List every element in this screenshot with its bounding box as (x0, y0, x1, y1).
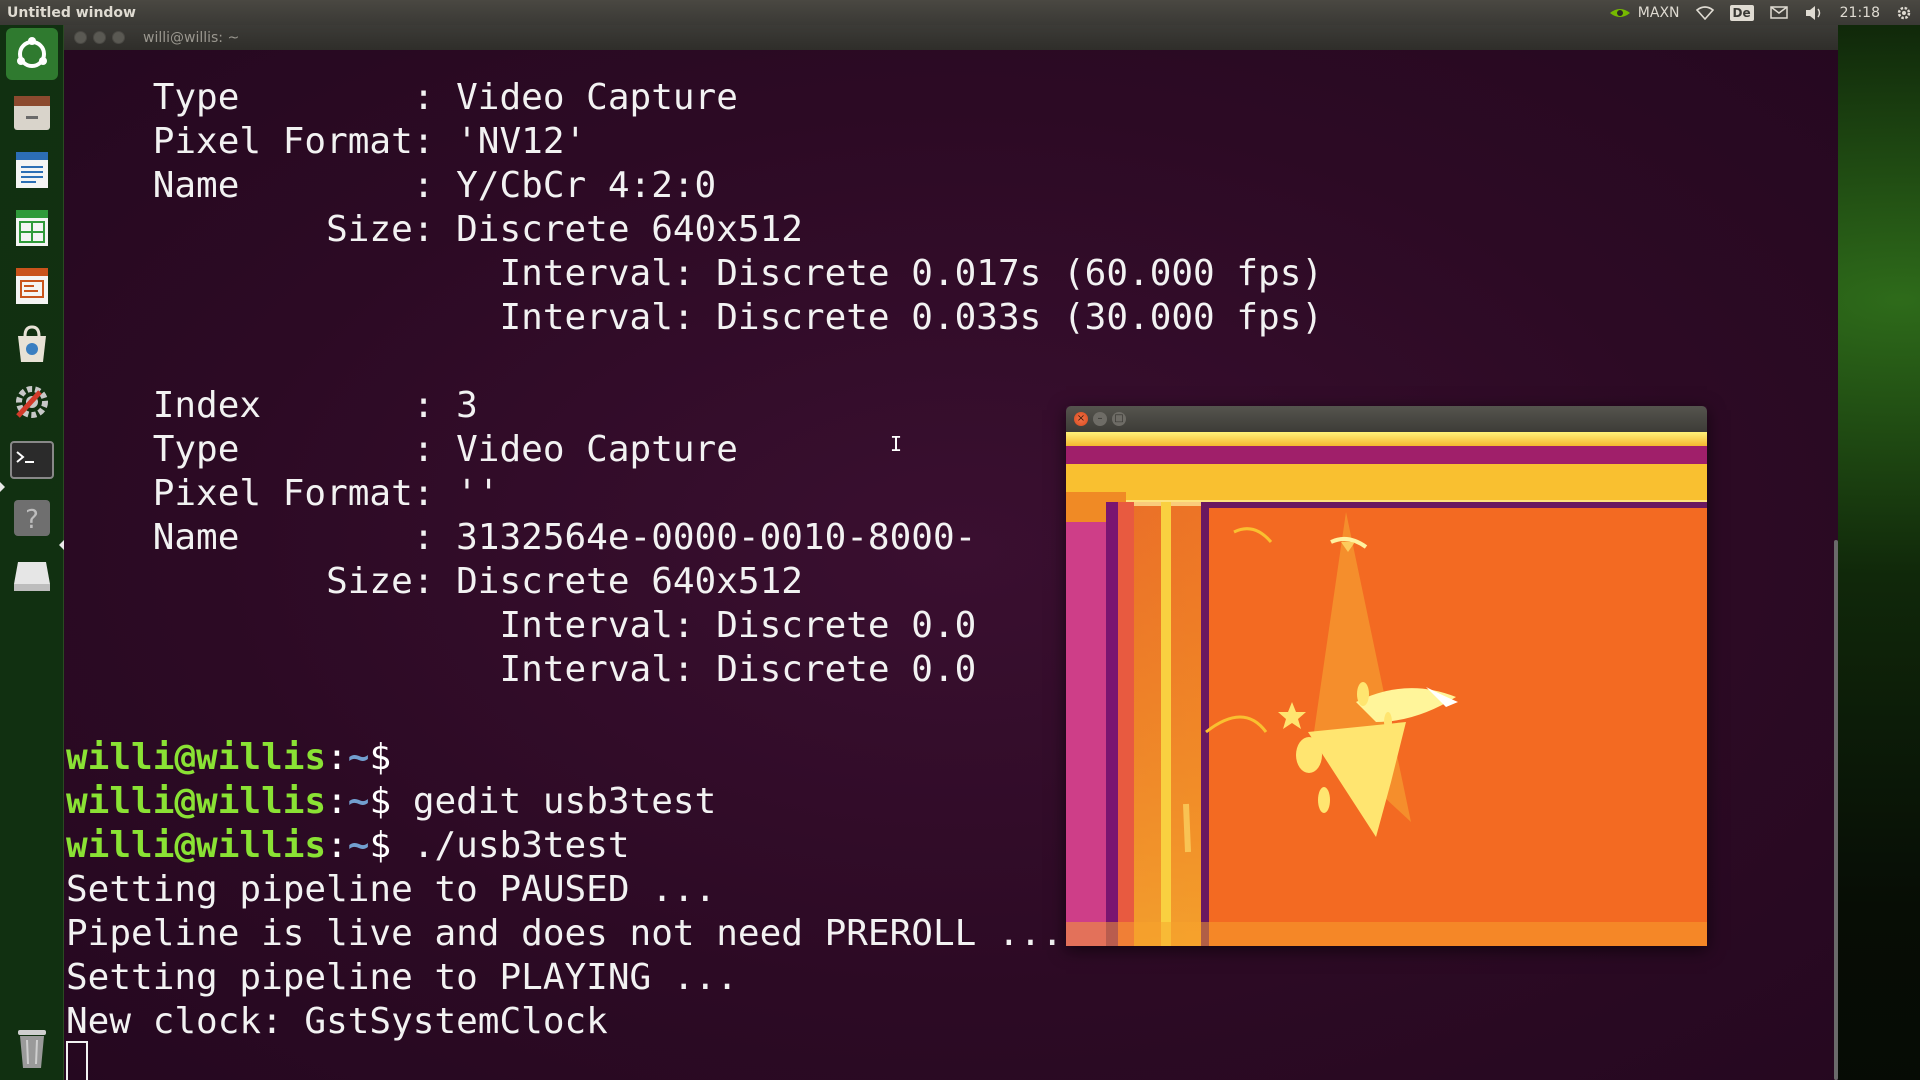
terminal-line: Name : Y/CbCr 4:2:0 (66, 165, 717, 206)
system-settings-icon (10, 380, 54, 424)
launcher-help[interactable]: ? (6, 492, 58, 544)
launcher-dash[interactable] (6, 28, 58, 80)
nvidia-power-indicator[interactable]: MAXN (1608, 5, 1680, 21)
trash-icon (12, 1026, 52, 1070)
terminal-line: Interval: Discrete 0.017s (60.000 fps) (66, 253, 1324, 294)
mail-icon[interactable] (1769, 6, 1788, 19)
terminal-line: Type : Video Capture (66, 77, 738, 118)
minimize-icon[interactable]: – (1093, 412, 1107, 426)
active-indicator-left (0, 482, 5, 492)
writer-icon (10, 148, 54, 192)
video-titlebar[interactable]: × – □ (1066, 406, 1707, 432)
drive-icon (10, 558, 54, 594)
keyboard-icon: De (1729, 4, 1754, 21)
launcher-trash[interactable] (6, 1022, 58, 1074)
prompt-path: ~ (347, 781, 370, 822)
launcher-drive[interactable] (6, 550, 58, 602)
prompt-path: ~ (347, 825, 370, 866)
text-cursor-icon: I (890, 432, 903, 456)
terminal-title: willi@willis: ~ (143, 29, 240, 46)
file-manager-icon (10, 90, 54, 134)
power-mode-label: MAXN (1637, 4, 1680, 21)
terminal-output-line: New clock: GstSystemClock (66, 1001, 608, 1042)
terminal-scrollbar[interactable] (1834, 540, 1838, 1080)
terminal-line: Size: Discrete 640x512 (66, 209, 803, 250)
command-text: ./usb3test (391, 825, 630, 866)
launcher-writer[interactable] (6, 144, 58, 196)
prompt-symbol: $ (369, 737, 392, 778)
launcher: ? (0, 25, 64, 1080)
prompt-symbol: $ (369, 781, 392, 822)
prompt-path: ~ (347, 737, 370, 778)
prompt-user: willi@willis (66, 825, 327, 866)
terminal-icon (9, 440, 55, 480)
prompt-user: willi@willis (66, 781, 327, 822)
software-center-icon (10, 322, 54, 366)
prompt-user: willi@willis (66, 737, 327, 778)
top-panel: Untitled window MAXN De 21:18 (0, 0, 1920, 25)
clock[interactable]: 21:18 (1840, 5, 1880, 21)
launcher-files[interactable] (6, 86, 58, 138)
terminal-line: Interval: Discrete 0.033s (30.000 fps) (66, 297, 1324, 338)
prompt-colon: : (326, 737, 348, 778)
command-text: gedit usb3test (391, 781, 717, 822)
terminal-output-line: Setting pipeline to PLAYING ... (66, 957, 738, 998)
minimize-button[interactable] (93, 31, 106, 44)
system-tray: MAXN De 21:18 (1608, 4, 1920, 21)
volume-icon[interactable] (1804, 5, 1824, 21)
keyboard-layout-indicator[interactable]: De (1729, 4, 1754, 21)
ubuntu-dash-icon (12, 34, 52, 74)
launcher-terminal[interactable] (6, 434, 58, 486)
maximize-icon[interactable]: □ (1112, 412, 1126, 426)
gear-icon[interactable] (1896, 5, 1912, 21)
close-icon[interactable]: × (1074, 412, 1088, 426)
launcher-impress[interactable] (6, 260, 58, 312)
calc-icon (10, 206, 54, 250)
active-window-title: Untitled window (7, 4, 136, 21)
wifi-icon[interactable] (1695, 5, 1714, 20)
nvidia-icon (1608, 5, 1632, 21)
prompt-colon: : (326, 781, 348, 822)
launcher-software[interactable] (6, 318, 58, 370)
maximize-button[interactable] (112, 31, 125, 44)
impress-icon (10, 264, 54, 308)
close-button[interactable] (74, 31, 87, 44)
video-window[interactable]: × – □ (1066, 406, 1707, 946)
launcher-calc[interactable] (6, 202, 58, 254)
terminal-titlebar[interactable]: willi@willis: ~ (64, 25, 1838, 50)
terminal-cursor (66, 1041, 88, 1080)
prompt-symbol: $ (369, 825, 392, 866)
prompt-colon: : (326, 825, 348, 866)
help-icon: ? (10, 496, 54, 540)
launcher-settings[interactable] (6, 376, 58, 428)
terminal-line: Pixel Format: 'NV12' (66, 121, 587, 162)
thermal-camera-frame (1066, 432, 1707, 946)
svg-text:?: ? (25, 505, 39, 535)
